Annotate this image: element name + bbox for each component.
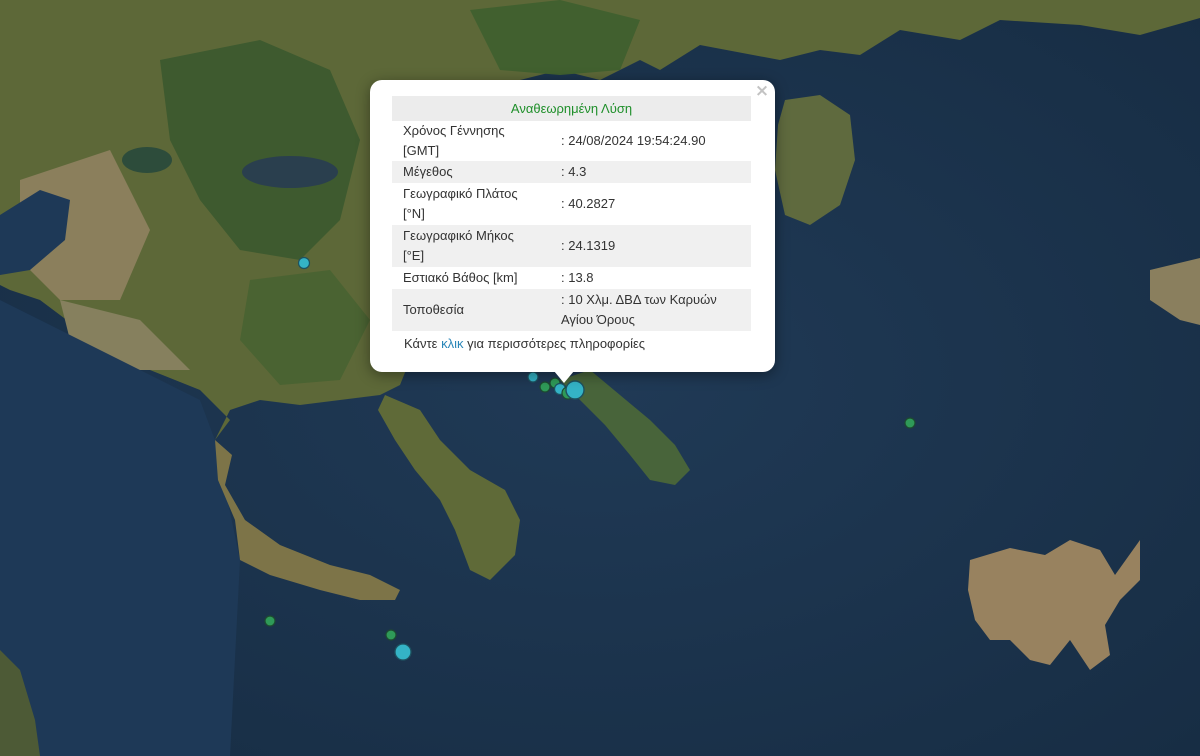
earthquake-marker[interactable] <box>394 643 412 661</box>
more-info-prefix: Κάντε <box>404 336 442 351</box>
latitude-value: : 40.2827 <box>561 196 616 211</box>
earthquake-marker-selected[interactable] <box>565 380 585 400</box>
magnitude-value: : 4.3 <box>537 161 751 183</box>
longitude-value: : 24.1319 <box>537 225 751 267</box>
lake <box>242 156 338 188</box>
more-info-line: Κάντε κλικ για περισσότερες πληροφορίες <box>404 336 645 351</box>
origin-time-value: : 24/08/2024 19:54:24.90 <box>561 133 706 148</box>
close-icon[interactable]: × <box>754 83 770 100</box>
location-label: Τοποθεσία <box>392 289 537 331</box>
earthquake-marker[interactable] <box>527 371 539 383</box>
depth-label: Εστιακό Βάθος [km] <box>403 270 518 285</box>
earthquake-info-table: Αναθεωρημένη Λύση Χρόνος Γέννησης [GMT]:… <box>392 96 751 331</box>
depth-value: : 13.8 <box>561 270 594 285</box>
earthquake-marker[interactable] <box>264 615 276 627</box>
popup-pointer <box>554 371 574 383</box>
earthquake-marker[interactable] <box>539 381 551 393</box>
latitude-label: Γεωγραφικό Πλάτος [°N] <box>403 186 518 221</box>
more-info-suffix: για περισσότερες πληροφορίες <box>463 336 646 351</box>
lake <box>122 147 172 173</box>
earthquake-marker[interactable] <box>904 417 916 429</box>
more-info-link[interactable]: κλικ <box>441 336 463 351</box>
origin-time-label: Χρόνος Γέννησης [GMT] <box>403 123 505 158</box>
earthquake-marker[interactable] <box>385 629 397 641</box>
location-value: : 10 Χλμ. ΔΒΔ των Καρυών Αγίου Όρους <box>537 289 751 331</box>
longitude-label: Γεωγραφικό Μήκος [°E] <box>392 225 537 267</box>
earthquake-marker[interactable] <box>297 256 311 270</box>
popup-title: Αναθεωρημένη Λύση <box>392 96 751 121</box>
magnitude-label: Μέγεθος <box>392 161 537 183</box>
